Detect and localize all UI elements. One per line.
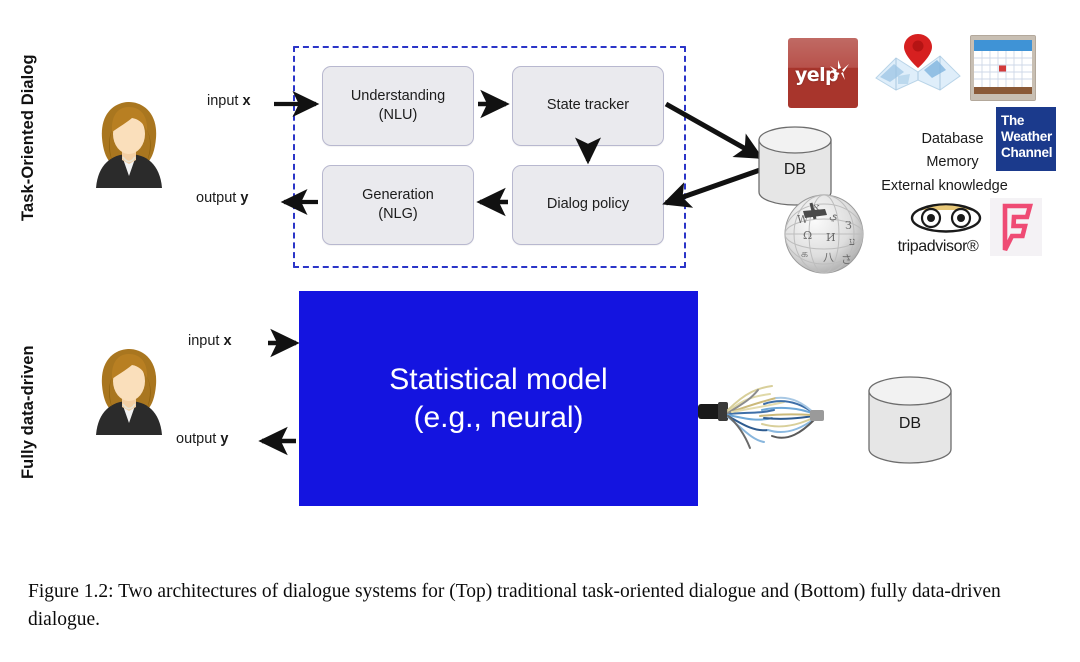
statistical-model-line2: (e.g., neural) [413, 400, 584, 434]
output-variable-top: y [240, 190, 249, 206]
svg-text:八: 八 [823, 251, 834, 264]
input-label-bottom-text: input [188, 333, 224, 349]
wikipedia-logo-icon: W ي З Ω И ע க 八 さ אַ [783, 193, 865, 275]
user-avatar-top [90, 98, 168, 190]
statistical-model-box[interactable]: Statistical model (e.g., neural) [299, 291, 698, 506]
svg-text:さ: さ [841, 253, 852, 266]
pipeline-box-state-tracker-line1: State tracker [546, 97, 630, 114]
database-label-bottom: DB [898, 415, 922, 432]
input-label-top: input x [207, 93, 251, 109]
database-cylinder-bottom: DB [865, 375, 955, 465]
user-avatar-bottom [90, 345, 168, 437]
row-label-task-oriented-dialog: Task-Oriented Dialog [19, 54, 37, 221]
pipeline-box-generation-line2: (NLG) [378, 206, 418, 222]
tripadvisor-logo-text: tripadvisor® [897, 238, 979, 255]
input-label-top-text: input [207, 93, 243, 109]
svg-text:Ω: Ω [803, 229, 812, 242]
figure-caption: Figure 1.2: Two architectures of dialogu… [28, 581, 1001, 630]
row-label-fully-data-driven: Fully data-driven [19, 345, 37, 479]
foursquare-logo-icon [990, 198, 1042, 256]
pipeline-box-understanding-line2: (NLU) [378, 107, 418, 123]
statistical-model-line1: Statistical model [389, 363, 608, 396]
output-label-bottom: output y [176, 431, 228, 447]
cable-bundle-icon [698, 372, 848, 462]
output-variable-bottom: y [220, 431, 229, 447]
weather-channel-logo-icon: The Weather Channel [996, 107, 1056, 171]
weather-channel-line-2: Weather [1001, 128, 1052, 144]
pipeline-box-understanding-line1: Understanding [350, 87, 446, 104]
svg-text:ي: ي [829, 209, 838, 222]
output-label-bottom-text: output [176, 431, 221, 447]
input-label-bottom: input x [188, 333, 232, 349]
weather-channel-line-3: Channel [1001, 144, 1053, 160]
pipeline-box-generation[interactable]: Generation (NLG) [322, 165, 474, 245]
pipeline-box-dialog-policy-line1: Dialog policy [546, 196, 630, 213]
input-variable-top: x [242, 93, 251, 109]
output-label-top: output y [196, 190, 248, 206]
knowledge-source-line-3: External knowledge [881, 177, 1008, 194]
output-label-top-text: output [196, 190, 241, 206]
yelp-logo-icon: yelp [788, 38, 858, 108]
database-label-top: DB [783, 161, 807, 178]
svg-text:З: З [845, 219, 852, 232]
figure-canvas: Task-Oriented Dialog input x output y Un… [0, 0, 1080, 662]
pipeline-box-understanding[interactable]: Understanding (NLU) [322, 66, 474, 146]
input-variable-bottom: x [223, 333, 232, 349]
weather-channel-line-1: The [1001, 113, 1025, 128]
calendar-logo-icon [970, 35, 1036, 101]
map-logo-icon [874, 32, 962, 94]
pipeline-box-state-tracker[interactable]: State tracker [512, 66, 664, 146]
svg-text:И: И [826, 231, 836, 244]
pipeline-box-generation-line1: Generation [362, 186, 434, 203]
svg-text:ע: ע [849, 235, 855, 248]
pipeline-box-dialog-policy[interactable]: Dialog policy [512, 165, 664, 245]
tripadvisor-logo-icon: tripadvisor® [888, 202, 988, 256]
svg-text:க: க [801, 247, 808, 260]
